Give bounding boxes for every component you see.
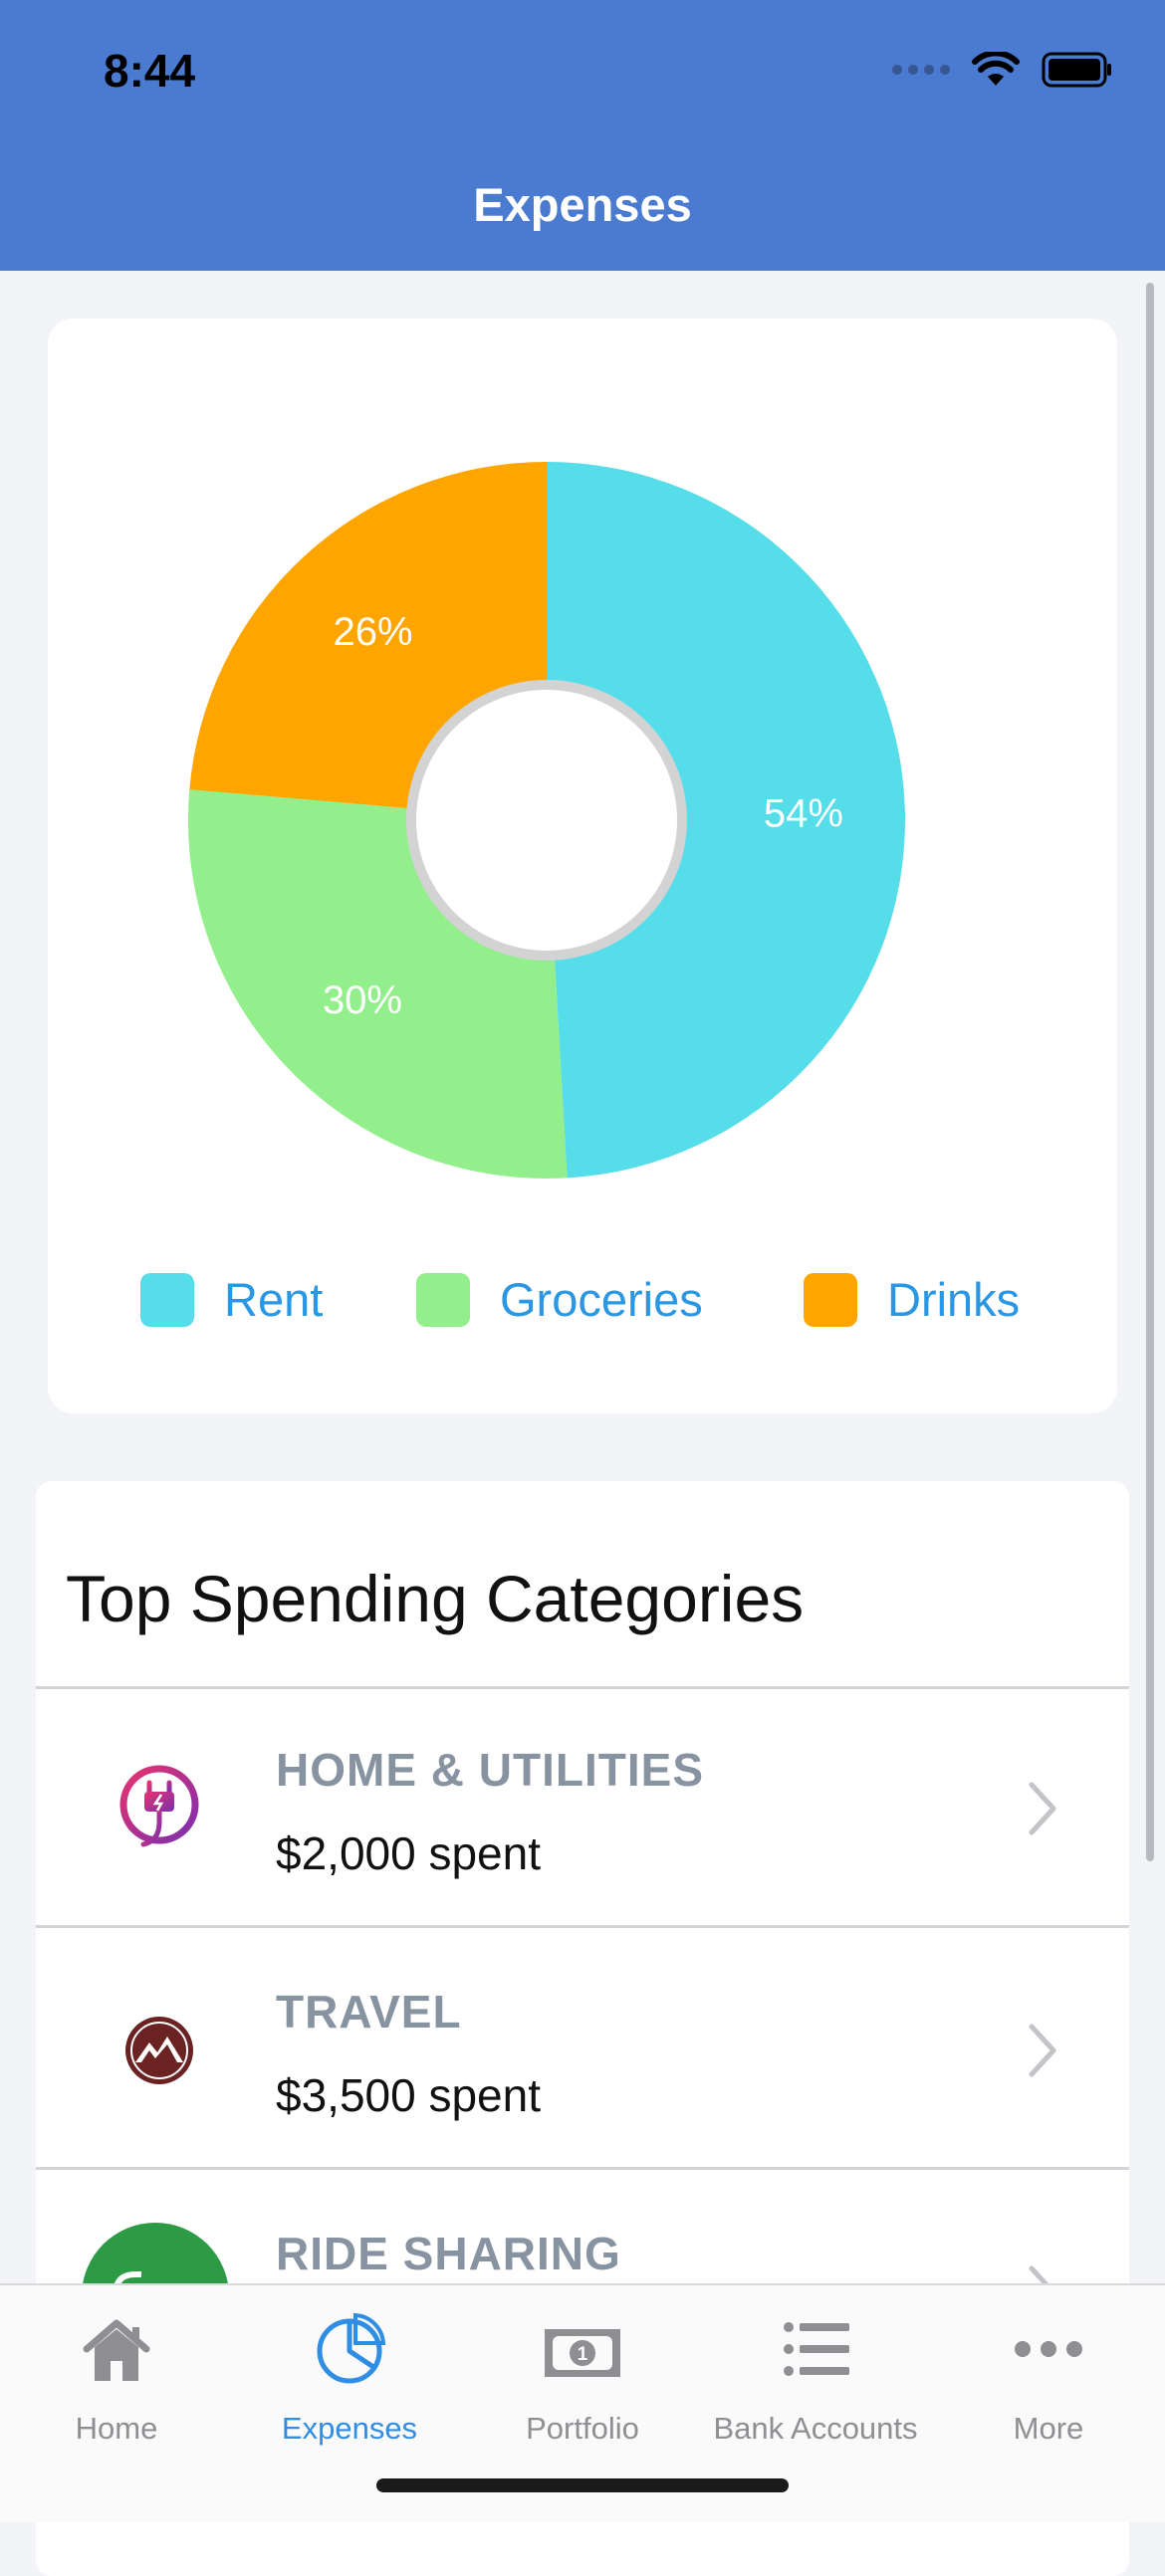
home-indicator bbox=[376, 2478, 789, 2492]
banknote-icon: 1 bbox=[545, 2329, 620, 2377]
tab-label: Home bbox=[75, 2411, 158, 2446]
page-title: Expenses bbox=[473, 178, 692, 231]
legend-item-drinks[interactable]: Drinks bbox=[804, 1272, 1020, 1327]
divider bbox=[36, 2167, 1129, 2170]
chart-legend: Rent Groceries Drinks bbox=[48, 1272, 1117, 1342]
tab-more[interactable]: More bbox=[932, 2285, 1165, 2465]
legend-label: Groceries bbox=[500, 1273, 703, 1326]
scrollbar[interactable] bbox=[1146, 283, 1154, 1861]
chart-card: 54% 30% 26% Rent Groceries Drinks bbox=[48, 319, 1117, 1413]
tab-expenses[interactable]: Expenses bbox=[233, 2285, 466, 2465]
pie-slice-label: 54% bbox=[764, 792, 843, 836]
plug-icon bbox=[119, 1765, 199, 1847]
list-icon bbox=[784, 2322, 849, 2376]
tab-bank-accounts[interactable]: Bank Accounts bbox=[699, 2285, 932, 2465]
legend-label: Rent bbox=[224, 1273, 324, 1326]
status-icons bbox=[892, 52, 1113, 88]
pie-slice-label: 26% bbox=[334, 610, 413, 654]
tab-portfolio[interactable]: 1 Portfolio bbox=[466, 2285, 699, 2465]
wifi-icon bbox=[972, 52, 1020, 86]
chevron-right-icon bbox=[1029, 2024, 1056, 2077]
tab-label: Bank Accounts bbox=[713, 2411, 918, 2446]
legend-swatch-rent bbox=[140, 1272, 194, 1327]
category-spent: $2,000 spent bbox=[276, 1827, 542, 1879]
more-icon bbox=[1015, 2341, 1082, 2357]
category-name: TRAVEL bbox=[276, 1986, 462, 2038]
battery-icon bbox=[1042, 52, 1111, 88]
legend-item-groceries[interactable]: Groceries bbox=[416, 1272, 703, 1327]
mountain-icon bbox=[125, 2017, 193, 2084]
status-time: 8:44 bbox=[104, 45, 196, 97]
chevron-right-icon bbox=[1029, 1782, 1056, 1835]
category-row-home-utilities[interactable]: HOME & UTILITIES $2,000 spent bbox=[36, 1689, 1129, 1928]
header: 8:44 Expenses bbox=[0, 0, 1165, 271]
category-spent: $3,500 spent bbox=[276, 2069, 542, 2121]
tab-label: Expenses bbox=[281, 2411, 418, 2446]
donut-chart: 54% 30% 26% bbox=[187, 462, 906, 1179]
category-name: RIDE SHARING bbox=[276, 2228, 621, 2279]
tab-home[interactable]: Home bbox=[0, 2285, 233, 2465]
pie-chart-icon bbox=[317, 2312, 386, 2384]
home-icon bbox=[83, 2319, 150, 2381]
category-name: HOME & UTILITIES bbox=[276, 1744, 704, 1796]
divider bbox=[36, 1925, 1129, 1928]
section-title: Top Spending Categories bbox=[66, 1562, 805, 1635]
cellular-signal-icon bbox=[892, 65, 950, 75]
legend-swatch-drinks bbox=[804, 1272, 857, 1327]
tab-label: Portfolio bbox=[526, 2411, 639, 2446]
category-row-travel[interactable]: TRAVEL $3,500 spent bbox=[36, 1931, 1129, 2170]
legend-label: Drinks bbox=[887, 1273, 1021, 1326]
tab-label: More bbox=[1013, 2411, 1084, 2446]
pie-slice-label: 30% bbox=[323, 978, 402, 1022]
legend-item-rent[interactable]: Rent bbox=[140, 1272, 323, 1327]
donut-hole bbox=[416, 690, 677, 951]
svg-text:1: 1 bbox=[578, 2344, 588, 2365]
legend-swatch-groceries bbox=[416, 1272, 470, 1327]
